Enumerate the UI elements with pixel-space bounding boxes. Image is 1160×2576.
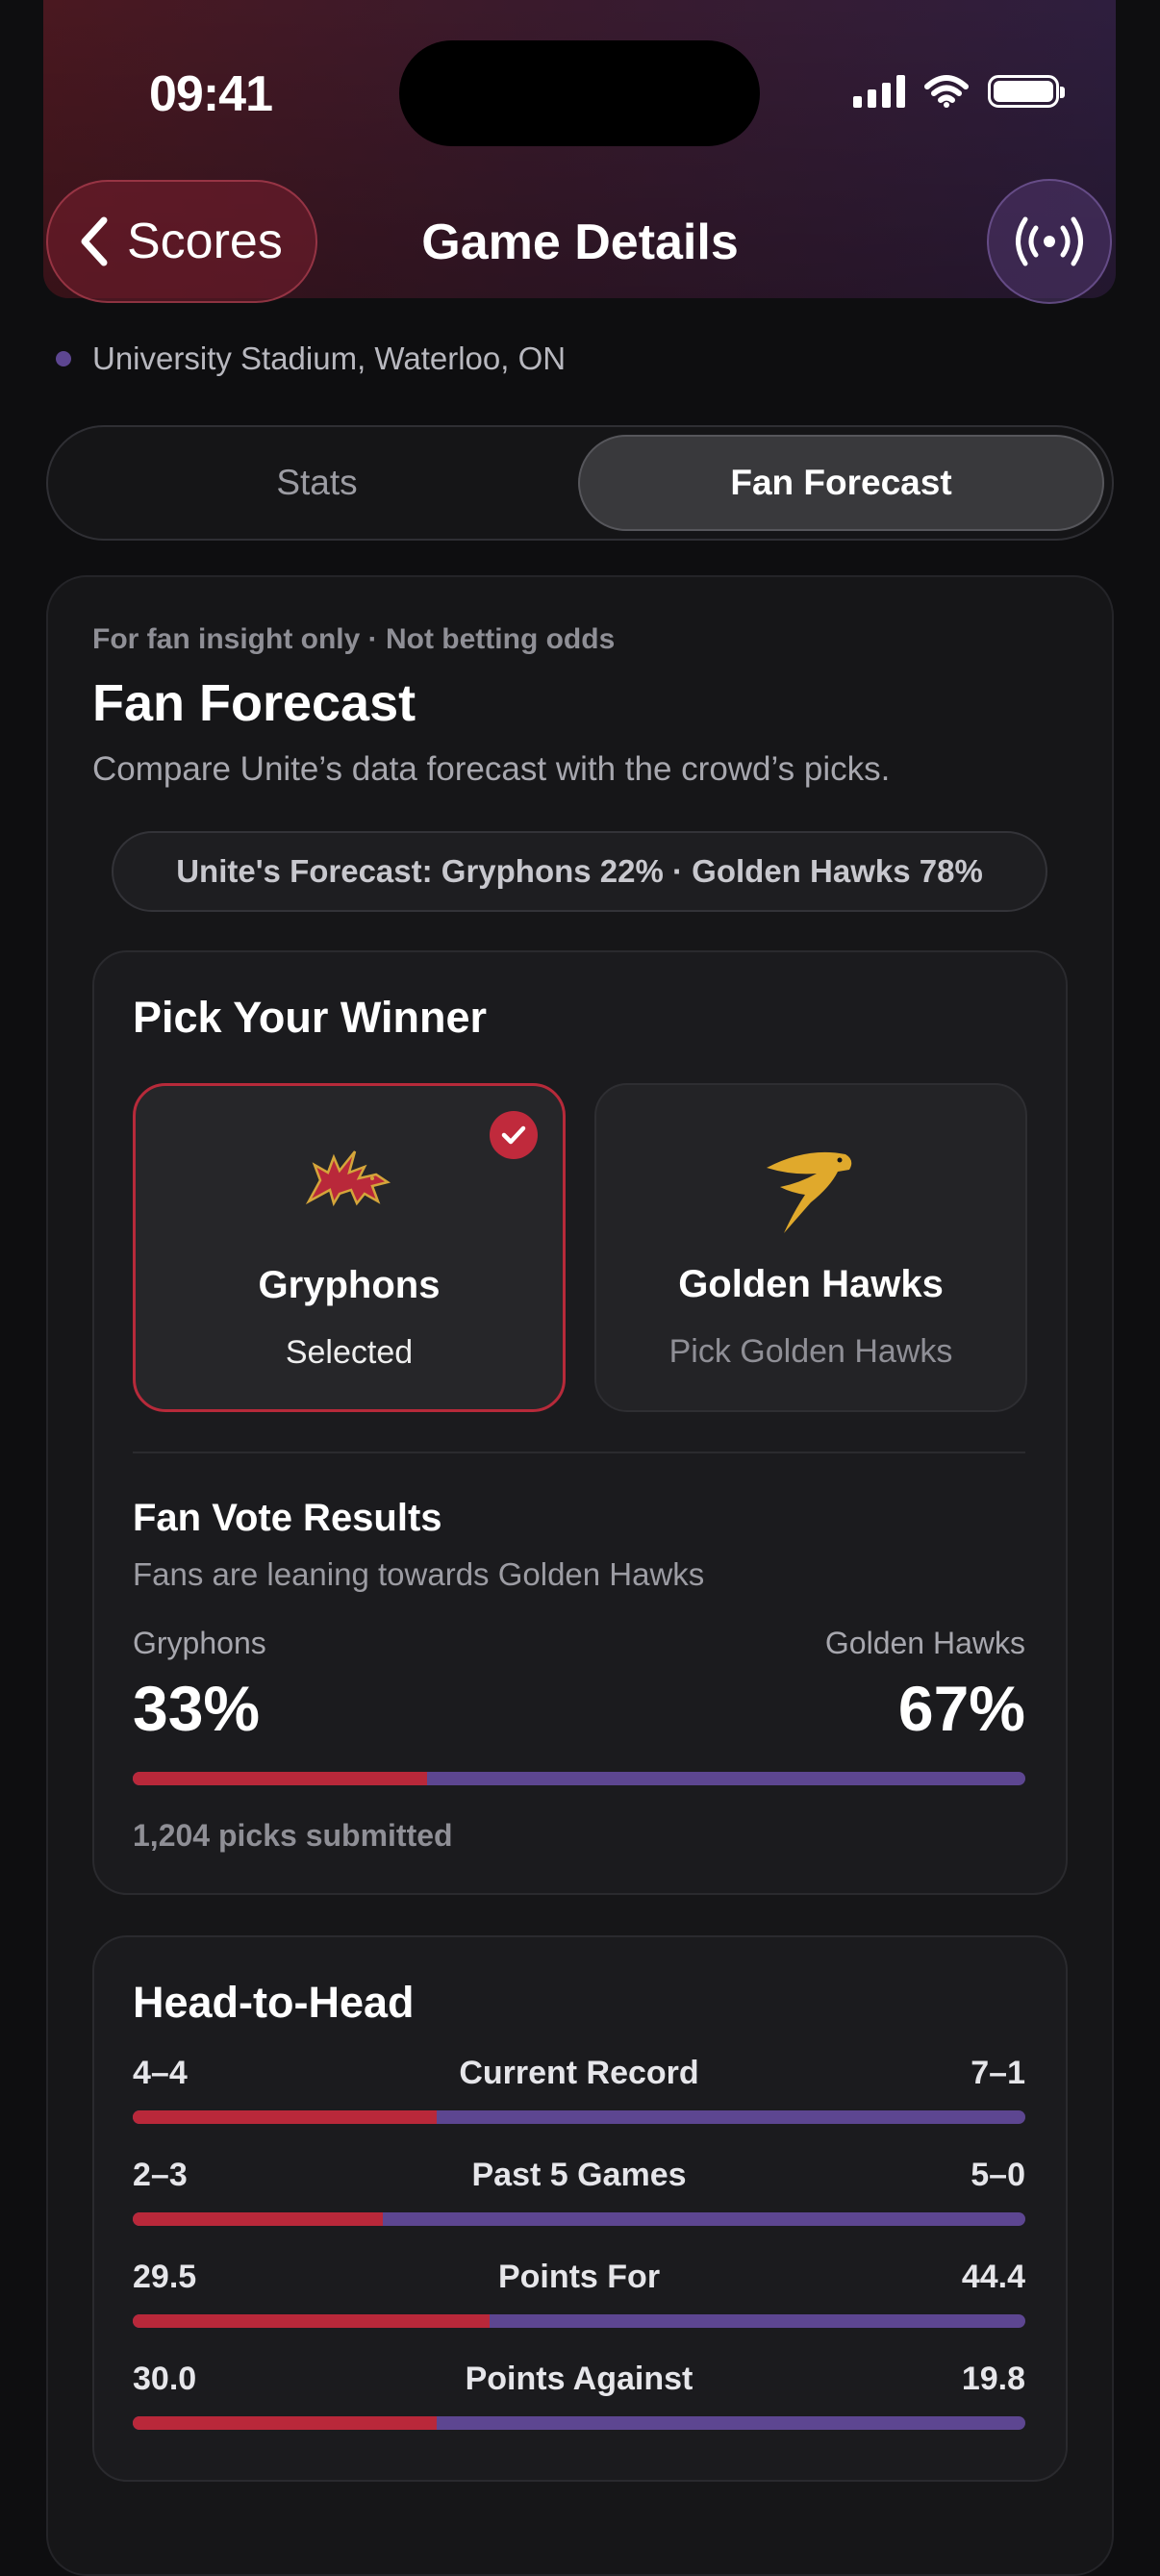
- status-icons: [853, 75, 1065, 108]
- fan-vote-bar-left-fill: [133, 1772, 428, 1785]
- broadcast-icon: [1016, 216, 1083, 266]
- h2h-category: Current Record: [459, 2055, 699, 2091]
- team-status: Selected: [285, 1334, 414, 1371]
- h2h-category: Past 5 Games: [471, 2157, 687, 2193]
- h2h-right-value: 19.8: [961, 2361, 1025, 2397]
- section-divider: [133, 1452, 1025, 1453]
- h2h-row-past-5-games: 2–3 Past 5 Games 5–0: [133, 2157, 1025, 2226]
- tab-fan-forecast[interactable]: Fan Forecast: [578, 435, 1104, 531]
- h2h-bar-left-fill: [133, 2212, 383, 2226]
- pick-winner-title: Pick Your Winner: [133, 993, 488, 1042]
- fan-vote-left-percent: 33%: [133, 1673, 261, 1744]
- fan-vote-right-team: Golden Hawks: [824, 1626, 1025, 1660]
- venue-info: University Stadium, Waterloo, ON: [56, 341, 566, 377]
- h2h-category: Points Against: [465, 2361, 693, 2397]
- h2h-row-current-record: 4–4 Current Record 7–1: [133, 2055, 1025, 2124]
- h2h-row-points-for: 29.5 Points For 44.4: [133, 2259, 1025, 2328]
- fan-vote-title: Fan Vote Results: [133, 1497, 442, 1539]
- team-option-gryphons[interactable]: Gryphons Selected: [133, 1083, 566, 1412]
- unite-forecast-pill: Unite's Forecast: Gryphons 22% · Golden …: [112, 831, 1047, 912]
- h2h-right-value: 5–0: [971, 2157, 1025, 2193]
- h2h-category: Points For: [497, 2259, 661, 2295]
- golden-hawks-logo-icon: [596, 1145, 1025, 1237]
- h2h-bar: [133, 2110, 1025, 2124]
- fan-vote-left-team: Gryphons: [133, 1626, 266, 1660]
- h2h-row-points-against: 30.0 Points Against 19.8: [133, 2361, 1025, 2430]
- tab-stats[interactable]: Stats: [56, 435, 578, 531]
- team-name: Gryphons: [258, 1264, 441, 1306]
- team-name: Golden Hawks: [678, 1263, 944, 1305]
- h2h-right-value: 7–1: [971, 2055, 1025, 2091]
- head-to-head-title: Head-to-Head: [133, 1978, 415, 2027]
- forecast-title: Fan Forecast: [92, 674, 416, 732]
- fan-vote-bar: [133, 1772, 1025, 1785]
- h2h-bar-left-fill: [133, 2314, 491, 2328]
- fan-vote-right-percent: 67%: [897, 1673, 1025, 1744]
- forecast-subtitle: Compare Unite’s data forecast with the c…: [92, 750, 891, 788]
- dynamic-island: [399, 40, 760, 146]
- h2h-bar: [133, 2314, 1025, 2328]
- status-time: 09:41: [149, 66, 273, 122]
- forecast-disclaimer: For fan insight only · Not betting odds: [92, 623, 616, 655]
- h2h-bar-left-fill: [133, 2110, 437, 2124]
- cellular-signal-icon: [853, 75, 905, 108]
- team-option-golden-hawks[interactable]: Golden Hawks Pick Golden Hawks: [594, 1083, 1027, 1412]
- live-broadcast-button[interactable]: [987, 179, 1112, 304]
- tab-control: Stats Fan Forecast: [46, 425, 1114, 541]
- wifi-icon: [924, 75, 969, 108]
- h2h-bar: [133, 2212, 1025, 2226]
- venue-dot-icon: [56, 351, 71, 366]
- fan-vote-subtitle: Fans are leaning towards Golden Hawks: [133, 1556, 705, 1592]
- venue-label: University Stadium, Waterloo, ON: [92, 341, 567, 376]
- h2h-right-value: 44.4: [961, 2259, 1025, 2295]
- battery-icon: [988, 75, 1065, 108]
- team-status: Pick Golden Hawks: [668, 1333, 953, 1370]
- gryphons-logo-icon: [136, 1146, 563, 1209]
- h2h-bar: [133, 2416, 1025, 2430]
- h2h-bar-left-fill: [133, 2416, 437, 2430]
- fan-vote-count: 1,204 picks submitted: [133, 1818, 453, 1853]
